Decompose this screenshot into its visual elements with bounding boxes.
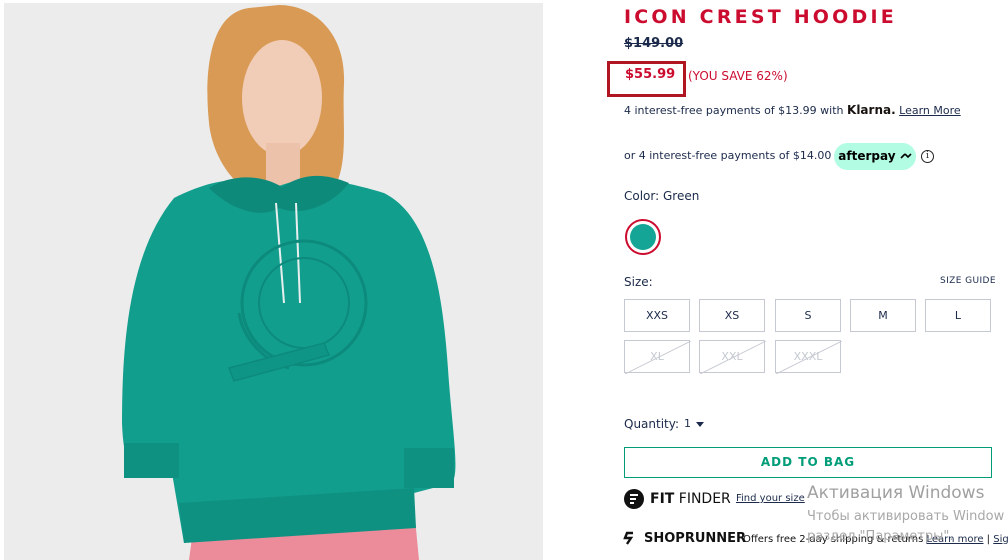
fit-finder-logo-bold: FIT: [650, 491, 675, 507]
shoprunner-icon: [623, 531, 634, 545]
size-option-xxl-unavailable: XXL: [699, 340, 766, 374]
find-your-size-link[interactable]: Find your size: [736, 493, 805, 504]
afterpay-logo-text: afterpay: [838, 149, 896, 163]
original-price: $149.00: [624, 36, 684, 51]
klarna-learn-more-link[interactable]: Learn More: [899, 104, 961, 117]
afterpay-badge[interactable]: afterpay: [834, 143, 916, 170]
klarna-text: 4 interest-free payments of $13.99 with: [624, 104, 844, 117]
unavailable-strike-icon: [776, 341, 842, 374]
unavailable-strike-icon: [625, 341, 691, 374]
quantity-select[interactable]: 1: [684, 417, 691, 430]
size-option-xl-unavailable: XL: [624, 340, 691, 374]
chevron-down-icon[interactable]: [696, 422, 704, 427]
swatch-fill: [630, 224, 656, 250]
size-guide-link[interactable]: SIZE GUIDE: [940, 276, 996, 286]
unavailable-strike-icon: [700, 341, 766, 374]
fit-finder-icon: [624, 489, 644, 509]
info-icon[interactable]: i: [921, 150, 934, 163]
size-option-m[interactable]: M: [850, 299, 916, 332]
afterpay-text: or 4 interest-free payments of $14.00 wi…: [624, 149, 859, 162]
fit-finder-logo: FIT FINDER: [650, 491, 731, 507]
shoprunner-logo: SHOPRUNNER: [644, 531, 747, 546]
product-title: ICON CREST HOODIE: [624, 6, 897, 28]
savings-text: (YOU SAVE 62%): [688, 69, 788, 83]
klarna-message: 4 interest-free payments of $13.99 with …: [624, 103, 961, 117]
windows-activation-line1: Чтобы активировать Window: [807, 509, 1005, 524]
size-option-s[interactable]: S: [775, 299, 841, 332]
size-label: Size:: [624, 275, 653, 289]
fit-finder-logo-rest: FINDER: [674, 491, 731, 507]
product-image[interactable]: [4, 3, 543, 560]
windows-activation-title: Активация Windows: [807, 483, 985, 503]
sale-price: $55.99: [625, 67, 676, 82]
klarna-logo: Klarna.: [847, 103, 896, 117]
size-option-xxxl-unavailable: XXXL: [775, 340, 842, 374]
windows-activation-line2: раздел "Параметры".: [807, 529, 954, 544]
size-option-xs[interactable]: XS: [699, 299, 765, 332]
quantity-label: Quantity:: [624, 417, 680, 431]
color-swatch-green[interactable]: [625, 219, 661, 255]
size-option-l[interactable]: L: [925, 299, 991, 332]
size-option-xxs[interactable]: XXS: [624, 299, 690, 332]
afterpay-arrows-icon: [900, 153, 912, 159]
windows-activation-text: Чтобы активировать Window раздел "Параме…: [807, 507, 1004, 547]
add-to-bag-button[interactable]: ADD TO BAG: [624, 447, 992, 478]
color-label: Color: Green: [624, 189, 700, 203]
